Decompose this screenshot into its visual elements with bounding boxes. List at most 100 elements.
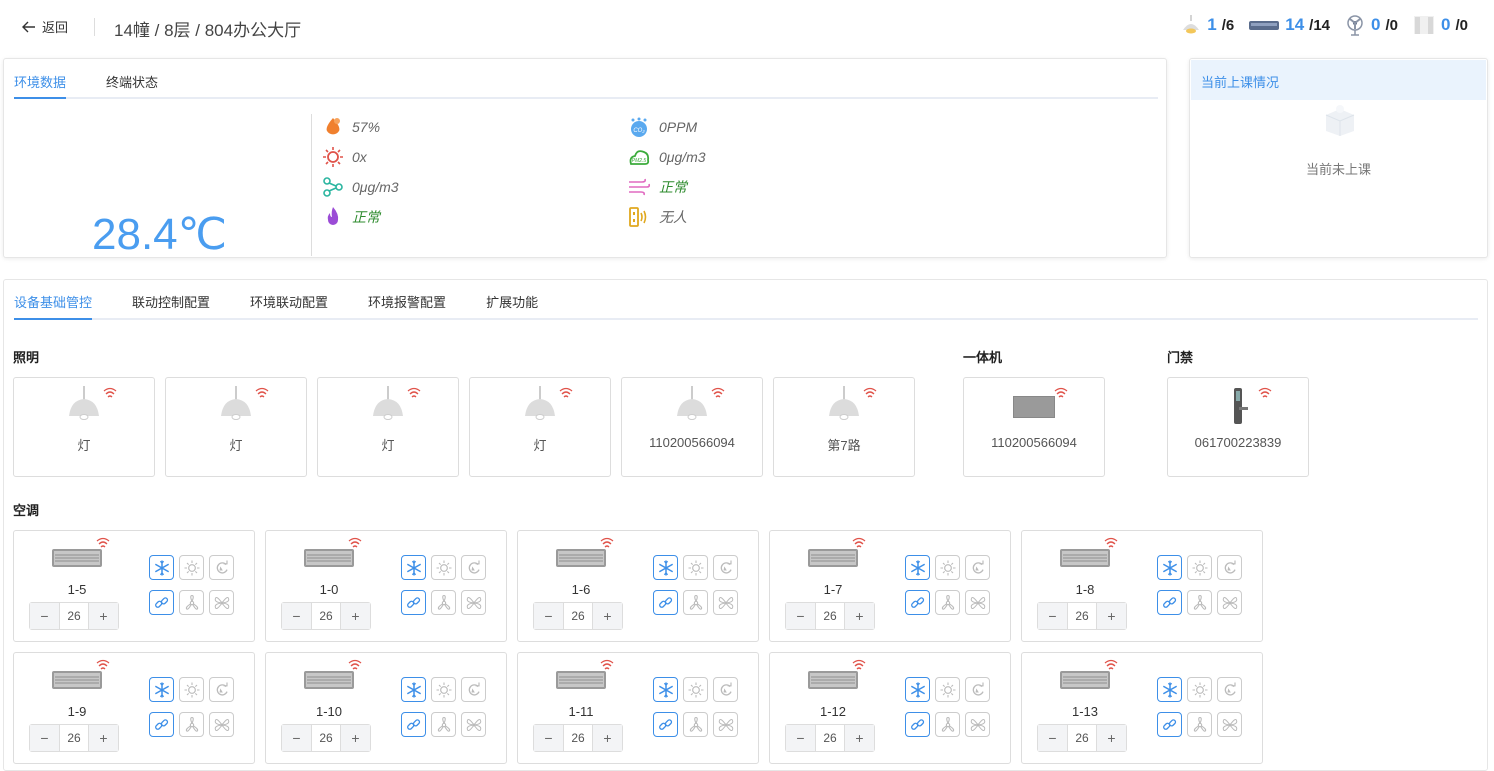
temp-value[interactable]: 26 — [563, 725, 593, 751]
temp-value[interactable]: 26 — [815, 725, 845, 751]
cool-mode-button[interactable] — [401, 555, 426, 580]
decrease-button[interactable]: − — [534, 725, 563, 751]
link-mode-button[interactable] — [149, 590, 174, 615]
link-mode-button[interactable] — [401, 590, 426, 615]
link-mode-button[interactable] — [1157, 712, 1182, 737]
auto-mode-button[interactable] — [461, 677, 486, 702]
cool-mode-button[interactable] — [401, 677, 426, 702]
decrease-button[interactable]: − — [786, 603, 815, 629]
tab-env-alarm[interactable]: 环境报警配置 — [368, 284, 446, 318]
increase-button[interactable]: + — [341, 603, 370, 629]
auto-mode-button[interactable] — [713, 677, 738, 702]
heat-mode-button[interactable] — [935, 677, 960, 702]
heat-mode-button[interactable] — [1187, 677, 1212, 702]
temp-value[interactable]: 26 — [563, 603, 593, 629]
auto-mode-button[interactable] — [209, 555, 234, 580]
auto-mode-button[interactable] — [965, 555, 990, 580]
dry-mode-button[interactable] — [461, 712, 486, 737]
decrease-button[interactable]: − — [786, 725, 815, 751]
light-card[interactable]: 灯 — [469, 377, 611, 477]
tab-terminal-status[interactable]: 终端状态 — [106, 65, 158, 97]
link-mode-button[interactable] — [653, 590, 678, 615]
link-mode-button[interactable] — [401, 712, 426, 737]
fan-mode-button[interactable] — [431, 590, 456, 615]
heat-mode-button[interactable] — [431, 555, 456, 580]
dry-mode-button[interactable] — [713, 590, 738, 615]
dry-mode-button[interactable] — [1217, 590, 1242, 615]
heat-mode-button[interactable] — [179, 677, 204, 702]
link-mode-button[interactable] — [653, 712, 678, 737]
door-card[interactable]: 061700223839 — [1167, 377, 1309, 477]
dry-mode-button[interactable] — [965, 712, 990, 737]
temp-value[interactable]: 26 — [59, 603, 89, 629]
increase-button[interactable]: + — [341, 725, 370, 751]
dry-mode-button[interactable] — [713, 712, 738, 737]
temp-value[interactable]: 26 — [311, 603, 341, 629]
fan-mode-button[interactable] — [179, 712, 204, 737]
auto-mode-button[interactable] — [209, 677, 234, 702]
cool-mode-button[interactable] — [905, 677, 930, 702]
heat-mode-button[interactable] — [1187, 555, 1212, 580]
tab-env-linkage[interactable]: 环境联动配置 — [250, 284, 328, 318]
fan-mode-button[interactable] — [683, 712, 708, 737]
auto-mode-button[interactable] — [1217, 677, 1242, 702]
auto-mode-button[interactable] — [713, 555, 738, 580]
fan-mode-button[interactable] — [683, 590, 708, 615]
fan-mode-button[interactable] — [1187, 590, 1212, 615]
tab-basic-control[interactable]: 设备基础管控 — [14, 284, 93, 320]
increase-button[interactable]: + — [593, 725, 622, 751]
heat-mode-button[interactable] — [683, 555, 708, 580]
cool-mode-button[interactable] — [149, 555, 174, 580]
light-card[interactable]: 灯 — [13, 377, 155, 477]
tab-linkage-config[interactable]: 联动控制配置 — [132, 284, 210, 318]
cool-mode-button[interactable] — [1157, 677, 1182, 702]
fan-mode-button[interactable] — [179, 590, 204, 615]
temp-value[interactable]: 26 — [1067, 603, 1097, 629]
decrease-button[interactable]: − — [282, 603, 311, 629]
cool-mode-button[interactable] — [149, 677, 174, 702]
increase-button[interactable]: + — [845, 603, 874, 629]
auto-mode-button[interactable] — [965, 677, 990, 702]
heat-mode-button[interactable] — [935, 555, 960, 580]
cool-mode-button[interactable] — [1157, 555, 1182, 580]
tab-env-data[interactable]: 环境数据 — [14, 65, 67, 99]
fan-mode-button[interactable] — [1187, 712, 1212, 737]
terminal-card[interactable]: 110200566094 — [963, 377, 1105, 477]
increase-button[interactable]: + — [89, 603, 118, 629]
decrease-button[interactable]: − — [30, 725, 59, 751]
decrease-button[interactable]: − — [282, 725, 311, 751]
heat-mode-button[interactable] — [683, 677, 708, 702]
temp-value[interactable]: 26 — [311, 725, 341, 751]
temp-value[interactable]: 26 — [59, 725, 89, 751]
heat-mode-button[interactable] — [179, 555, 204, 580]
fan-mode-button[interactable] — [431, 712, 456, 737]
link-mode-button[interactable] — [905, 712, 930, 737]
cool-mode-button[interactable] — [653, 555, 678, 580]
dry-mode-button[interactable] — [209, 590, 234, 615]
decrease-button[interactable]: − — [1038, 603, 1067, 629]
light-card[interactable]: 第7路 — [773, 377, 915, 477]
decrease-button[interactable]: − — [534, 603, 563, 629]
auto-mode-button[interactable] — [461, 555, 486, 580]
increase-button[interactable]: + — [593, 603, 622, 629]
cool-mode-button[interactable] — [653, 677, 678, 702]
temp-value[interactable]: 26 — [815, 603, 845, 629]
light-card[interactable]: 110200566094 — [621, 377, 763, 477]
link-mode-button[interactable] — [905, 590, 930, 615]
fan-mode-button[interactable] — [935, 712, 960, 737]
dry-mode-button[interactable] — [965, 590, 990, 615]
dry-mode-button[interactable] — [209, 712, 234, 737]
dry-mode-button[interactable] — [461, 590, 486, 615]
increase-button[interactable]: + — [1097, 603, 1126, 629]
back-button[interactable]: 返回 — [22, 17, 68, 36]
increase-button[interactable]: + — [845, 725, 874, 751]
increase-button[interactable]: + — [89, 725, 118, 751]
decrease-button[interactable]: − — [1038, 725, 1067, 751]
light-card[interactable]: 灯 — [317, 377, 459, 477]
heat-mode-button[interactable] — [431, 677, 456, 702]
dry-mode-button[interactable] — [1217, 712, 1242, 737]
decrease-button[interactable]: − — [30, 603, 59, 629]
light-card[interactable]: 灯 — [165, 377, 307, 477]
temp-value[interactable]: 26 — [1067, 725, 1097, 751]
tab-extensions[interactable]: 扩展功能 — [486, 284, 538, 318]
